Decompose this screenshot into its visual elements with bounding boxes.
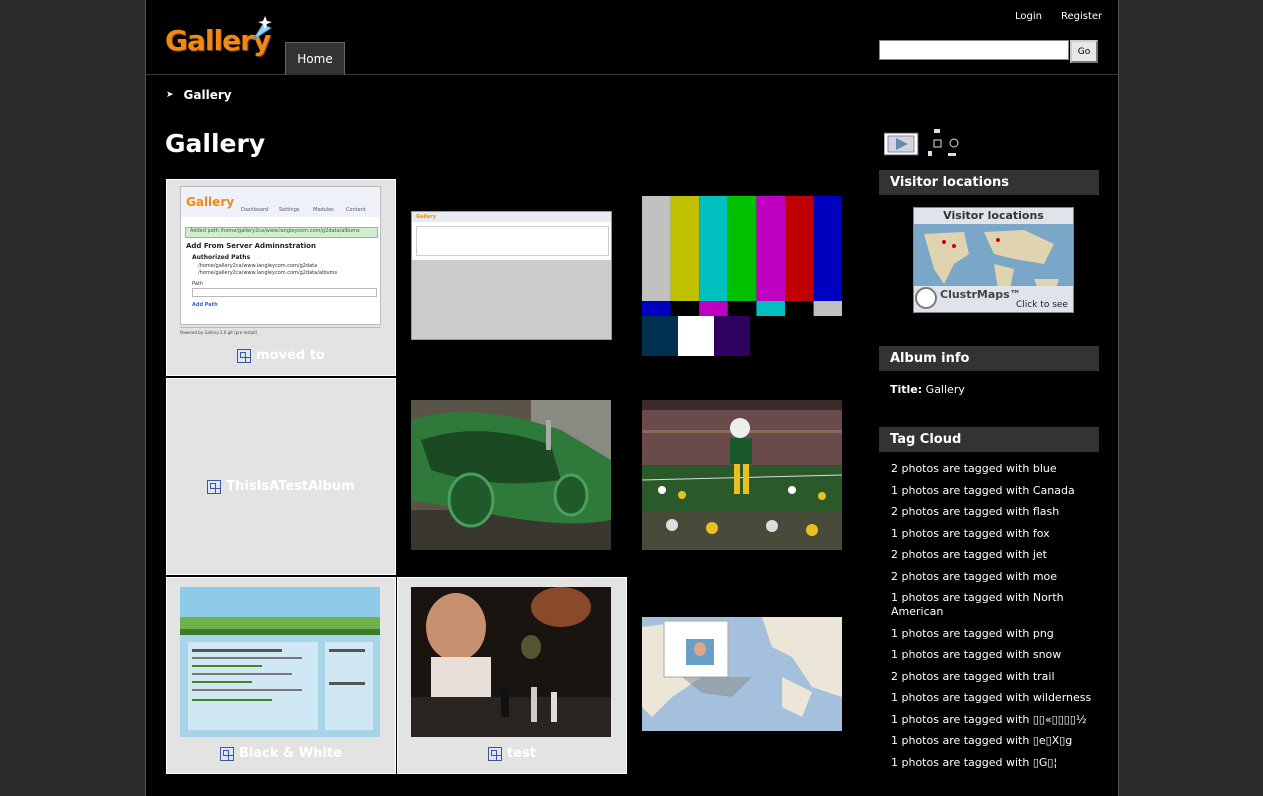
thumb-topbar <box>412 212 611 222</box>
register-link[interactable]: Register <box>1061 11 1102 22</box>
tag-item[interactable]: 1 photos are tagged with Canada <box>891 484 1101 498</box>
album-thumbnail[interactable]: Gallery Dashboard Settings Modules Conte… <box>180 186 381 325</box>
album-icon <box>220 746 235 761</box>
thumb-path-label: Path <box>192 281 203 287</box>
search-input[interactable] <box>879 40 1069 60</box>
album-title[interactable]: ThisIsATestAlbum <box>167 479 395 494</box>
tag-item[interactable]: 1 photos are tagged with fox <box>891 527 1101 541</box>
thumb-panel <box>416 226 609 256</box>
thumb-path: /home/gallery2ca/www.langleycom.com/g2da… <box>198 263 318 269</box>
photo-thumbnail-map[interactable] <box>642 617 842 731</box>
tag-item[interactable]: 2 photos are tagged with blue <box>891 462 1101 476</box>
thumb-path: /home/gallery2ca/www.langleycom.com/g2da… <box>198 270 338 276</box>
nav-tab-home[interactable]: Home <box>285 42 345 75</box>
photo-thumbnail[interactable]: Gallery <box>411 211 612 340</box>
thumb-heading: Add From Server Adminnstration <box>186 242 316 250</box>
album-title[interactable]: test <box>398 746 626 761</box>
thumb-subheading: Authorized Paths <box>192 254 251 261</box>
page-title: Gallery <box>165 129 266 158</box>
album-title[interactable]: Black & White <box>167 746 395 761</box>
visitor-locations-title: Visitor locations <box>879 170 1099 195</box>
slideshow-icon[interactable] <box>884 129 969 159</box>
thumb-notice: Added path /home/gallery2ca/www.langleyc… <box>185 227 378 238</box>
album-icon <box>488 746 502 761</box>
breadcrumb: ➤ Gallery <box>166 88 232 102</box>
thumb-page: Gallery <box>412 212 611 260</box>
album-title[interactable]: moved to <box>167 348 395 363</box>
album-icon <box>207 479 222 494</box>
thumb-tab: Content <box>346 207 366 213</box>
header: Gallery Home Login Register Go <box>146 0 1120 75</box>
album-cell-black-white[interactable]: Black & White <box>166 577 396 774</box>
photo-thumbnail-green-car[interactable] <box>411 400 611 550</box>
thumb-path-field <box>192 288 377 297</box>
album-info-label: Title: <box>890 383 923 396</box>
album-cell-test[interactable]: test <box>397 577 627 774</box>
album-info-title: Album info <box>879 346 1099 371</box>
tag-item[interactable]: 2 photos are tagged with moe <box>891 570 1101 584</box>
login-link[interactable]: Login <box>1015 11 1042 22</box>
album-title-text: Black & White <box>239 746 342 761</box>
tag-item[interactable]: 1 photos are tagged with snow <box>891 648 1101 662</box>
thumb-tab: Settings <box>279 207 300 213</box>
sparkle-icon <box>252 16 272 41</box>
photo-thumbnail-mascot[interactable] <box>642 400 842 550</box>
tag-item[interactable]: 1 photos are tagged with png <box>891 627 1101 641</box>
tag-item[interactable]: 2 photos are tagged with flash <box>891 505 1101 519</box>
album-thumbnail[interactable] <box>411 587 611 737</box>
thumb-logo: Gallery <box>186 195 235 209</box>
thumb-footer: Powered by Gallery 2.0 git (pre-install) <box>180 327 381 335</box>
clustr-header: Visitor locations <box>914 208 1073 224</box>
breadcrumb-arrow-icon: ➤ <box>166 90 174 100</box>
tag-item[interactable]: 1 photos are tagged with wilderness <box>891 691 1101 705</box>
search-go-button[interactable]: Go <box>1070 40 1098 63</box>
tag-item[interactable]: 1 photos are tagged with ▯▯«▯▯▯▯½ <box>891 713 1101 727</box>
tag-cloud-list: 2 photos are tagged with blue 1 photos a… <box>891 462 1101 777</box>
clustr-brand: ClustrMaps™ <box>940 288 1021 301</box>
album-title-text: moved to <box>256 348 325 363</box>
album-info-value: Gallery <box>925 383 965 396</box>
tag-item[interactable]: 1 photos are tagged with ▯G▯¦ <box>891 756 1101 770</box>
album-cell-moved-to[interactable]: Gallery Dashboard Settings Modules Conte… <box>166 179 396 376</box>
photo-thumbnail-test-pattern[interactable] <box>642 196 842 356</box>
tag-item[interactable]: 2 photos are tagged with trail <box>891 670 1101 684</box>
page-container: Gallery Home Login Register Go ➤ Gallery… <box>145 0 1120 796</box>
tag-cloud-title: Tag Cloud <box>879 427 1099 452</box>
thumb-header: Gallery Dashboard Settings Modules Conte… <box>181 187 380 217</box>
album-title-text: test <box>507 746 536 761</box>
album-icon <box>237 348 252 363</box>
thumb-tab: Dashboard <box>241 207 269 213</box>
thumb-logo: Gallery <box>416 214 437 220</box>
tag-item[interactable]: 1 photos are tagged with North American <box>891 591 1101 619</box>
thumb-button: Add Path <box>192 302 218 308</box>
album-info: Title: Gallery <box>890 383 965 396</box>
album-cell-thisisatestalbum[interactable]: ThisIsATestAlbum <box>166 378 396 575</box>
gallery-logo[interactable]: Gallery <box>165 14 273 60</box>
album-title-text: ThisIsATestAlbum <box>226 479 355 494</box>
breadcrumb-current[interactable]: Gallery <box>184 88 232 102</box>
thumb-tab: Modules <box>313 207 334 213</box>
tag-item[interactable]: 2 photos are tagged with jet <box>891 548 1101 562</box>
clustr-map-widget[interactable]: Visitor locations ClustrMaps™ Click to s… <box>913 207 1074 313</box>
clustr-click: Click to see <box>1016 300 1068 310</box>
tag-item[interactable]: 1 photos are tagged with ▯e▯X▯g <box>891 734 1101 748</box>
album-thumbnail[interactable] <box>180 587 380 737</box>
